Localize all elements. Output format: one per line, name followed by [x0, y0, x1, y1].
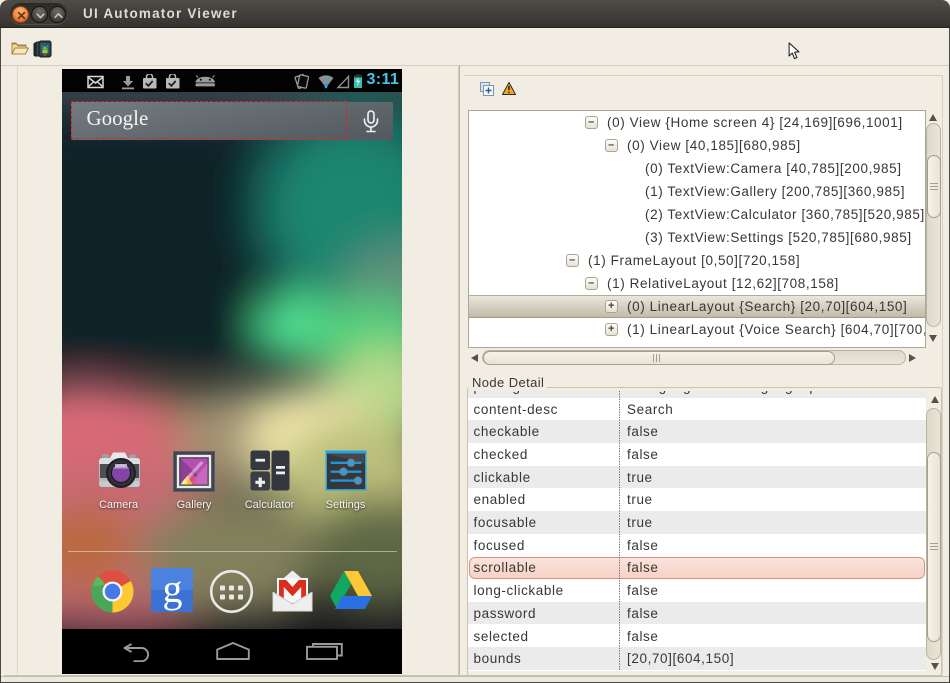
- svg-text:g: g: [163, 568, 183, 611]
